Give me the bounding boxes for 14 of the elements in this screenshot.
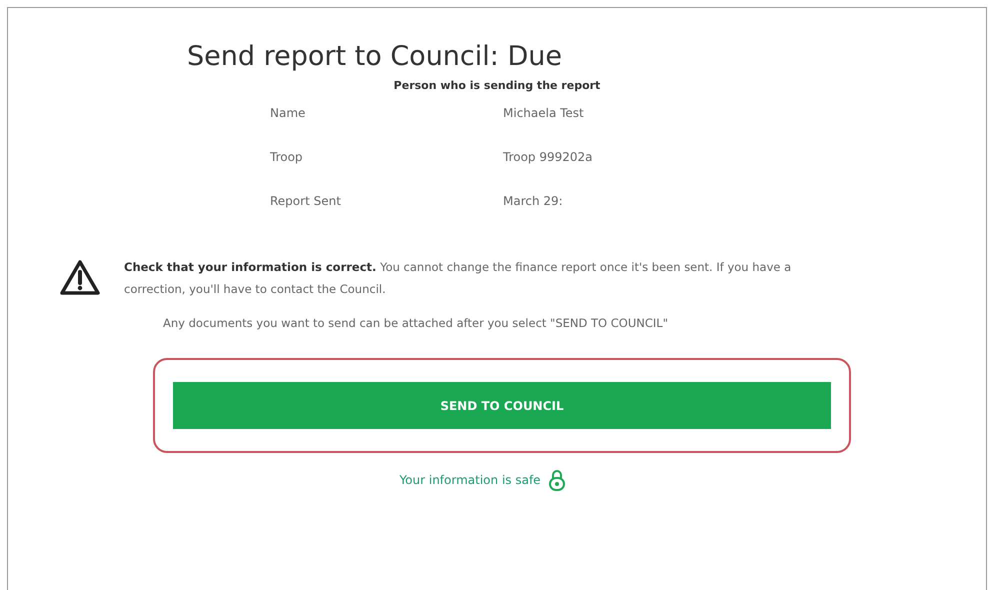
send-button[interactable]: SEND TO COUNCIL [173,382,831,430]
detail-label: Troop [270,150,304,164]
detail-label: Report Sent [270,194,342,208]
warning-icon [60,260,100,296]
detail-label: Name [270,106,306,120]
safe-text: Your information is safe [399,473,541,488]
detail-value: Michaela Test [503,106,584,120]
section-heading: Person who is sending the report [392,79,602,92]
note-text: Any documents you want to send can be attached after you select "SEND TO COUNCIL" [163,316,669,330]
lock-icon [548,469,565,492]
page-title: Send report to Council: Due [187,41,563,74]
detail-value: Troop 999202a [503,150,593,164]
detail-value: March 29: [503,194,563,208]
warning-text: Check that your information is correct. You cannot change the finance report once it's been sent. If you have a correction, you'll have to contact the Council. [124,259,792,298]
